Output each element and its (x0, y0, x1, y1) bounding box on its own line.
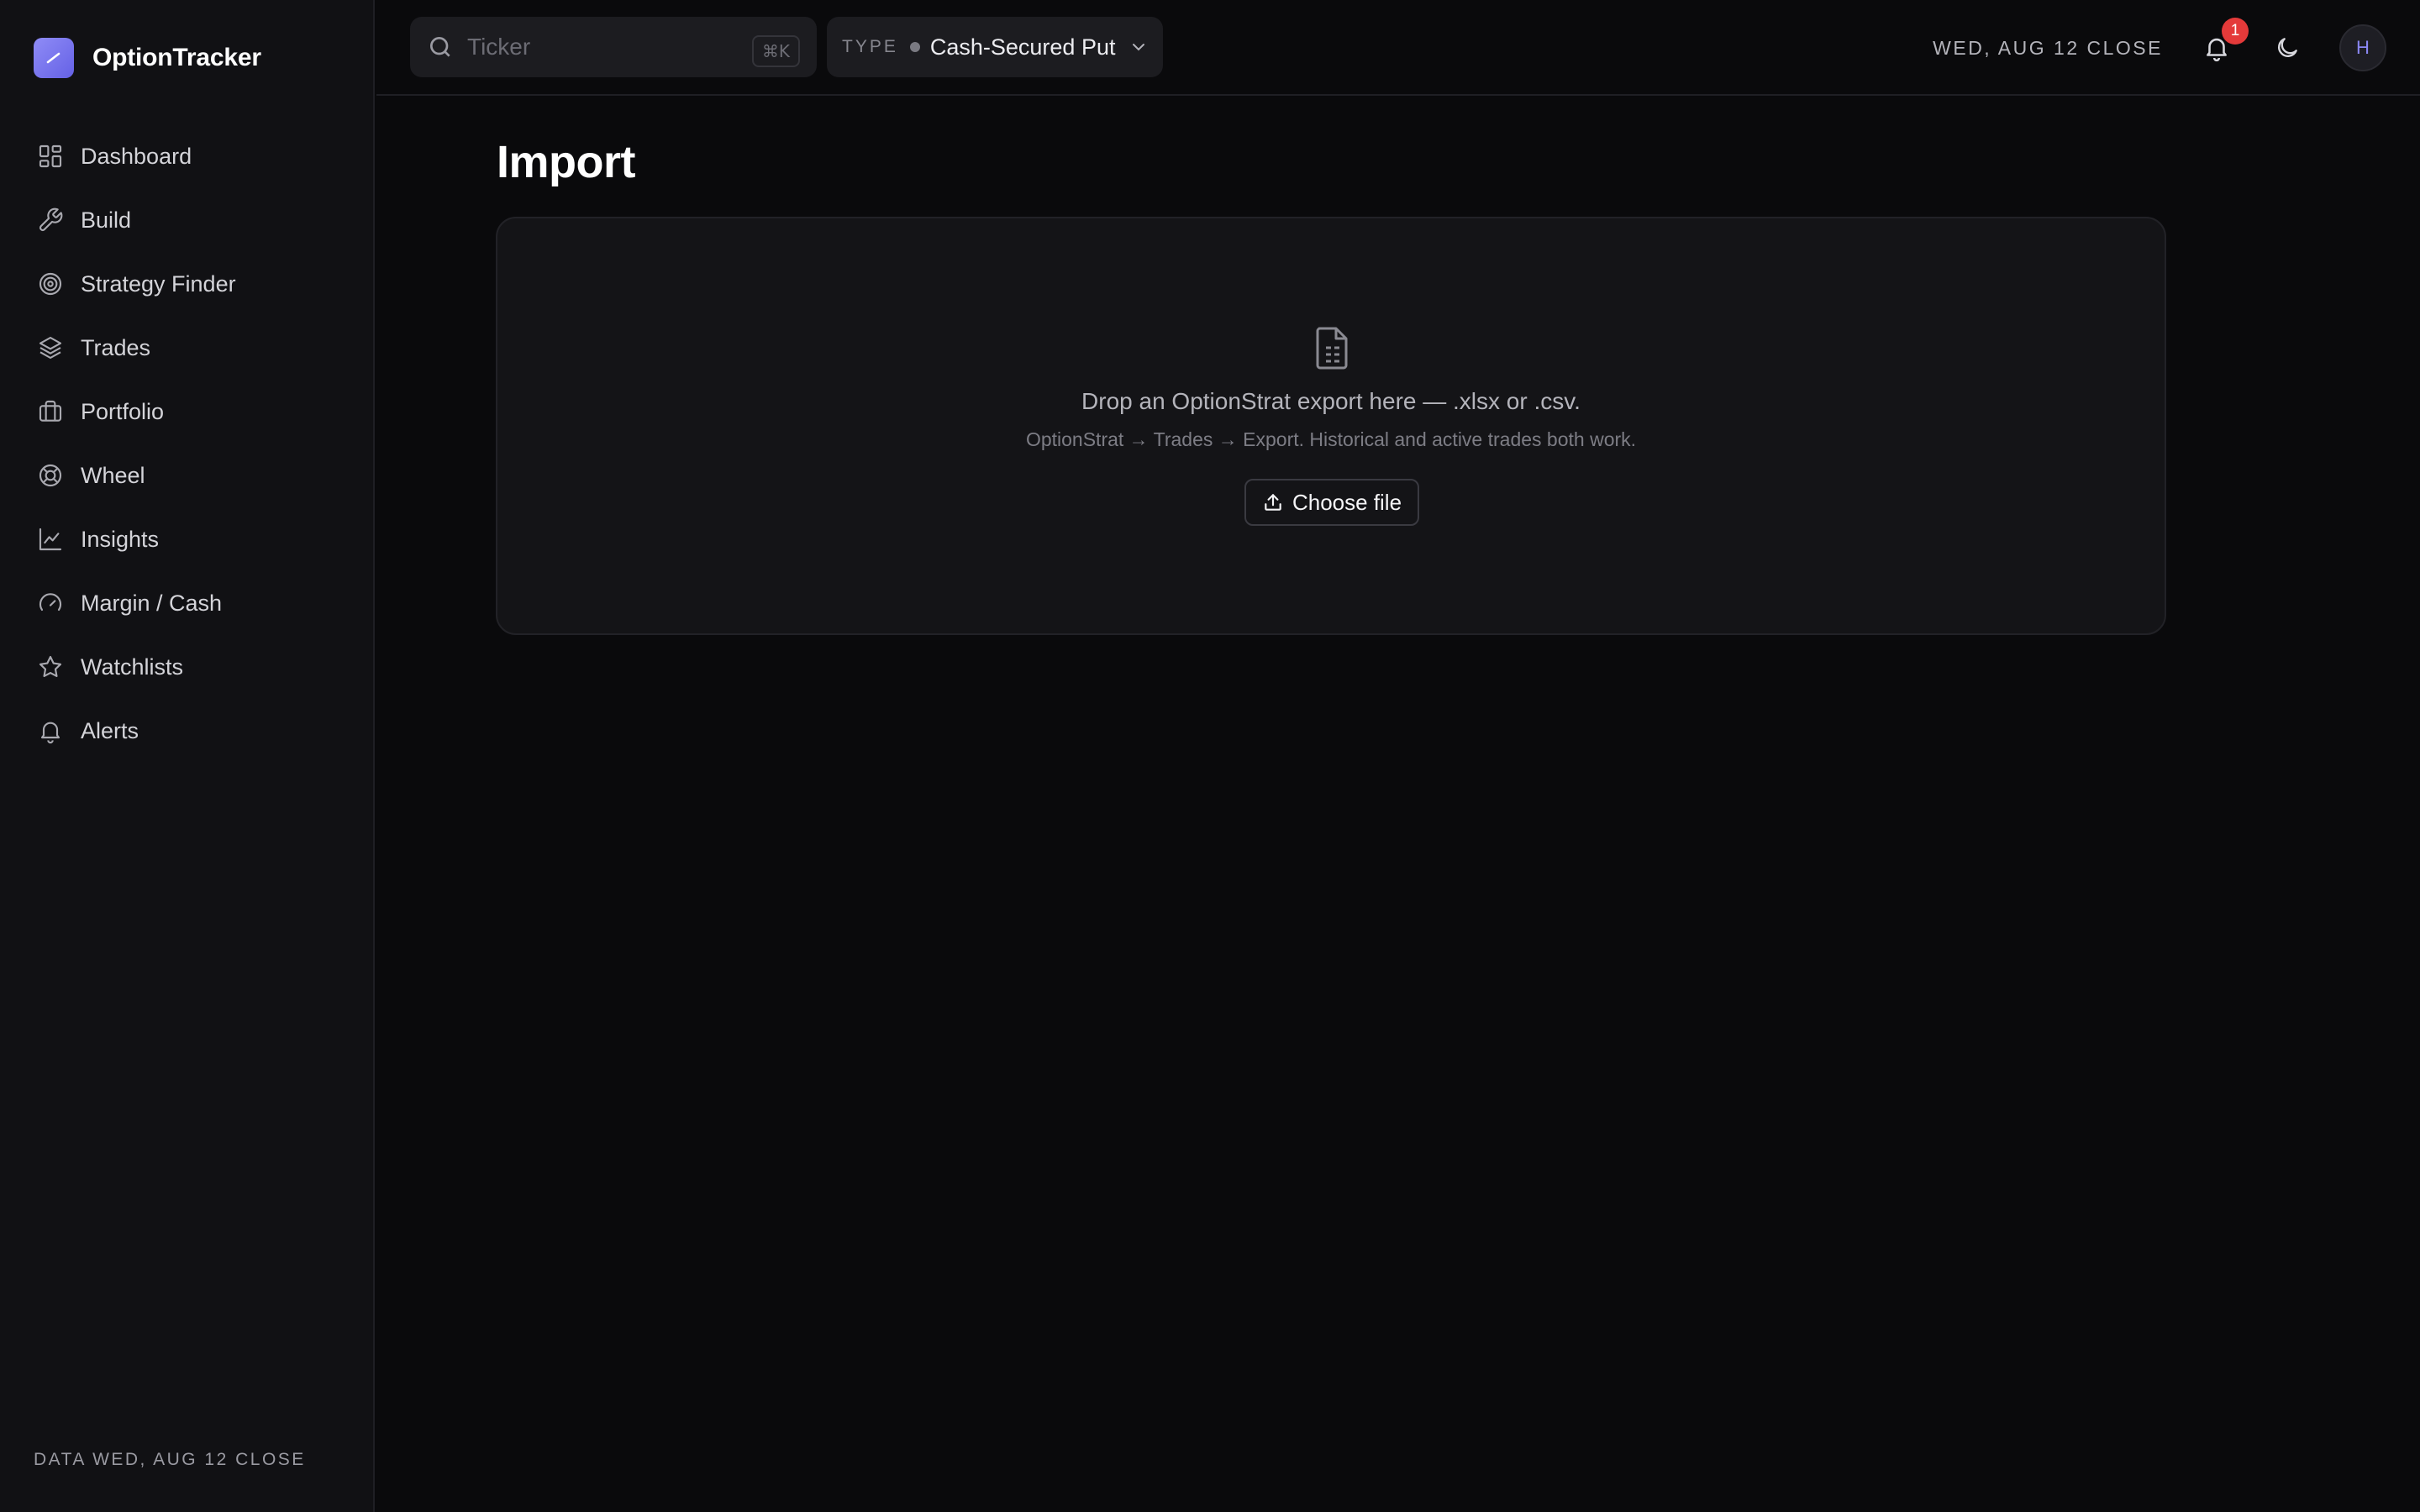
sidebar-item-label: Strategy Finder (81, 270, 236, 297)
search-placeholder: Ticker (467, 34, 531, 60)
sidebar-item-label: Watchlists (81, 654, 184, 680)
theme-toggle-button[interactable] (2267, 28, 2307, 68)
sidebar-item-label: Alerts (81, 717, 139, 743)
notifications-button[interactable]: 1 (2196, 18, 2249, 68)
star-icon (34, 650, 67, 684)
dropzone-title: Drop an OptionStrat export here — .xlsx … (1081, 388, 1581, 414)
layers-icon (34, 331, 67, 365)
choose-file-button[interactable]: Choose file (1244, 479, 1419, 526)
target-icon (34, 267, 67, 301)
search-icon (429, 37, 450, 57)
sidebar-item-label: Build (81, 207, 132, 233)
chevron-down-icon (1133, 44, 1145, 51)
market-close-date: WED, AUG 12 CLOSE (1933, 36, 2163, 59)
line-chart-icon (34, 522, 67, 556)
sidebar: OptionTracker Dashboard Build Strategy F… (0, 0, 375, 1512)
data-status-footer: DATA WED, AUG 12 CLOSE (34, 1450, 306, 1469)
type-select-label: TYPE (842, 37, 898, 56)
dashboard-icon (34, 139, 67, 173)
choose-file-label: Choose file (1292, 489, 1402, 515)
sidebar-item-label: Margin / Cash (81, 590, 223, 616)
topbar-actions: WED, AUG 12 CLOSE 1 H (1933, 0, 2386, 96)
brand[interactable]: OptionTracker (34, 37, 261, 79)
strategy-type-select[interactable]: TYPE Cash-Secured Put (827, 17, 1163, 77)
sidebar-item-build[interactable]: Build (34, 188, 353, 252)
dropzone-subtitle: OptionStrat → Trades → Export. Historica… (1025, 428, 1637, 450)
notification-count-badge: 1 (2222, 18, 2249, 45)
sidebar-item-label: Wheel (81, 462, 145, 488)
upload-icon (1265, 494, 1281, 511)
sidebar-item-insights[interactable]: Insights (34, 507, 353, 571)
sidebar-item-margin-cash[interactable]: Margin / Cash (34, 571, 353, 635)
sidebar-item-alerts[interactable]: Alerts (34, 699, 353, 763)
sidebar-item-dashboard[interactable]: Dashboard (34, 124, 353, 188)
app-name: OptionTracker (92, 44, 261, 71)
gauge-icon (34, 586, 67, 620)
user-avatar[interactable]: H (2339, 24, 2386, 71)
sidebar-item-strategy-finder[interactable]: Strategy Finder (34, 252, 353, 316)
topbar: Ticker ⌘K TYPE Cash-Secured Put WED, AUG… (376, 0, 2420, 96)
type-status-dot (909, 42, 920, 52)
sidebar-item-watchlists[interactable]: Watchlists (34, 635, 353, 699)
spreadsheet-file-icon (1316, 327, 1348, 370)
sidebar-item-label: Portfolio (81, 398, 165, 424)
sidebar-item-label: Trades (81, 334, 151, 360)
wrench-icon (34, 203, 67, 237)
file-dropzone[interactable]: Drop an OptionStrat export here — .xlsx … (496, 217, 2166, 635)
type-select-value: Cash-Secured Put (929, 34, 1116, 60)
search-shortcut-hint: ⌘K (751, 35, 800, 67)
sidebar-item-portfolio[interactable]: Portfolio (34, 380, 353, 444)
bell-icon (34, 714, 67, 748)
sidebar-nav: Dashboard Build Strategy Finder Trades P… (34, 124, 353, 763)
sidebar-item-trades[interactable]: Trades (34, 316, 353, 380)
sidebar-item-wheel[interactable]: Wheel (34, 444, 353, 507)
sidebar-item-label: Dashboard (81, 143, 192, 169)
page-title: Import (497, 137, 636, 187)
briefcase-icon (34, 395, 67, 428)
lifebuoy-icon (34, 459, 67, 492)
sidebar-item-label: Insights (81, 526, 160, 552)
app-logo-icon (34, 38, 74, 78)
moon-icon (2278, 38, 2297, 57)
ticker-search-input[interactable]: Ticker ⌘K (410, 17, 817, 77)
